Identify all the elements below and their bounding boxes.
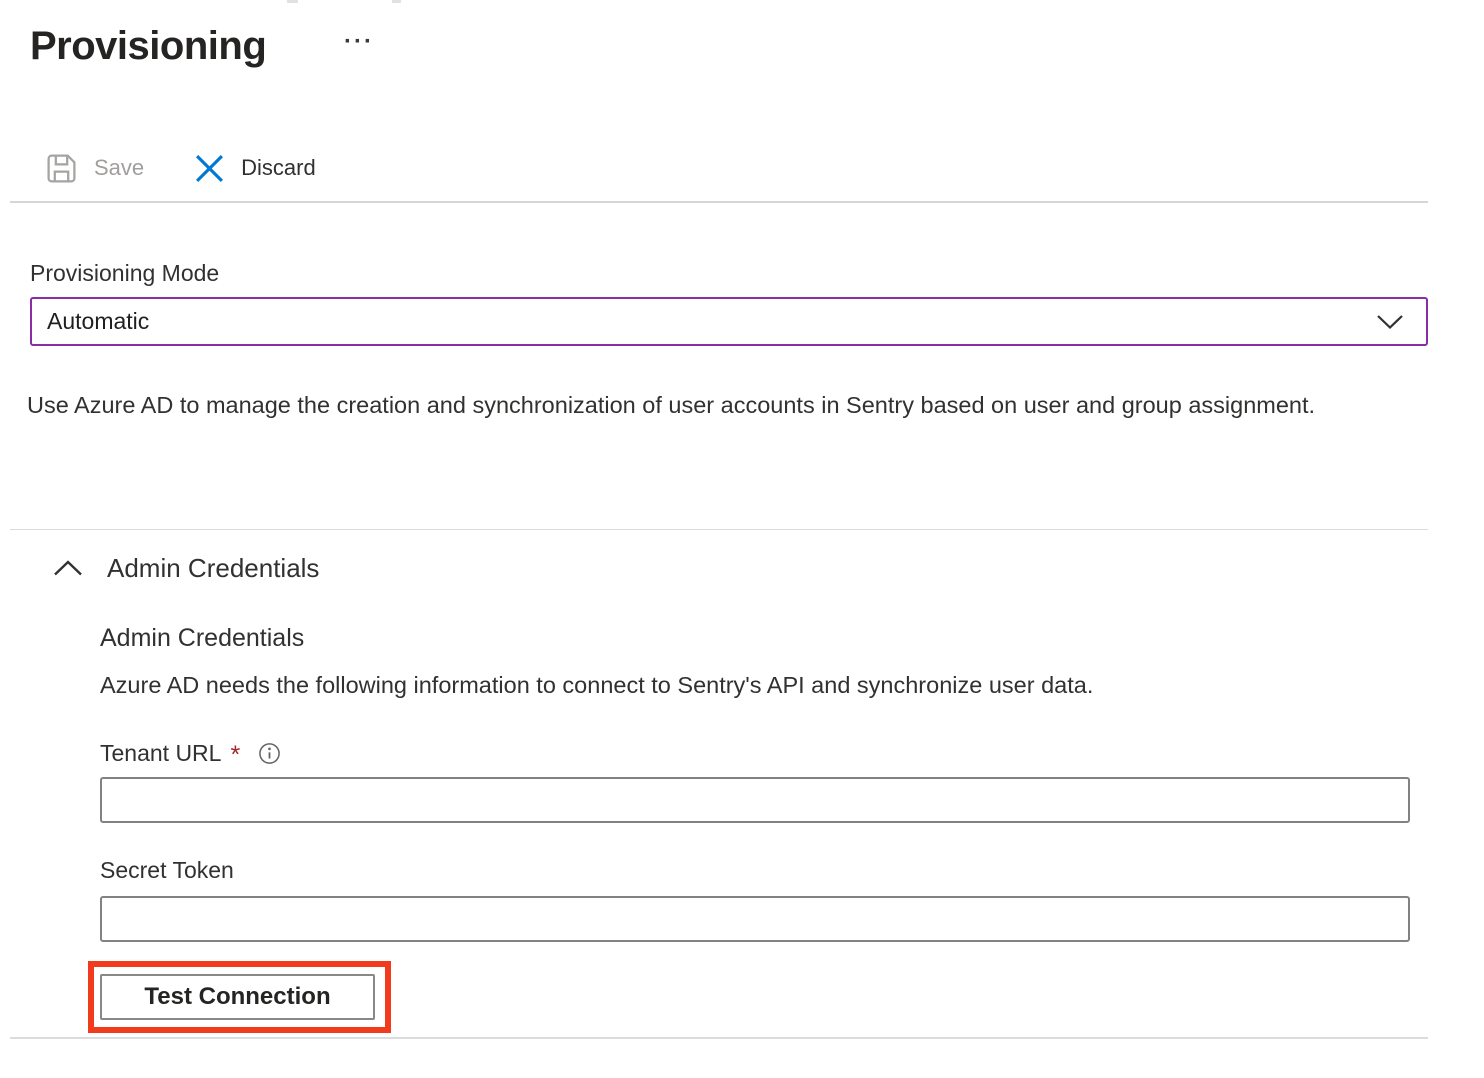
admin-credentials-description: Azure AD needs the following information… bbox=[100, 672, 1093, 699]
secret-token-label: Secret Token bbox=[100, 857, 234, 884]
provisioning-mode-dropdown[interactable]: Automatic bbox=[30, 297, 1428, 346]
more-menu-button[interactable]: ··· bbox=[344, 28, 374, 56]
admin-credentials-section-header[interactable]: Admin Credentials bbox=[53, 549, 319, 587]
clipped-breadcrumb-remnant bbox=[287, 0, 298, 3]
secret-token-input[interactable] bbox=[100, 896, 1410, 942]
bottom-divider bbox=[10, 1037, 1428, 1039]
provisioning-mode-description: Use Azure AD to manage the creation and … bbox=[27, 385, 1327, 426]
chevron-up-icon bbox=[53, 559, 83, 577]
provisioning-page: Provisioning ··· Save Discard Prov bbox=[0, 0, 1484, 1078]
provisioning-mode-label: Provisioning Mode bbox=[30, 260, 219, 287]
info-icon[interactable] bbox=[258, 742, 281, 765]
tenant-url-input[interactable] bbox=[100, 777, 1410, 823]
toolbar-divider bbox=[10, 201, 1428, 203]
tenant-url-label-row: Tenant URL * bbox=[100, 737, 281, 769]
admin-credentials-heading: Admin Credentials bbox=[100, 624, 304, 653]
required-asterisk: * bbox=[230, 741, 240, 770]
discard-button-label: Discard bbox=[241, 155, 316, 181]
discard-x-icon bbox=[194, 153, 225, 184]
page-title: Provisioning bbox=[30, 24, 266, 69]
tenant-url-label: Tenant URL bbox=[100, 740, 221, 767]
ellipsis-icon: ··· bbox=[344, 28, 374, 55]
save-icon bbox=[45, 152, 78, 185]
save-button-label: Save bbox=[94, 155, 144, 181]
clipped-breadcrumb-remnant bbox=[392, 0, 401, 3]
save-button[interactable]: Save bbox=[45, 152, 144, 185]
command-bar: Save Discard bbox=[45, 144, 316, 192]
section-title: Admin Credentials bbox=[107, 553, 319, 584]
provisioning-mode-value: Automatic bbox=[47, 308, 149, 335]
discard-button[interactable]: Discard bbox=[194, 153, 316, 184]
test-connection-button[interactable]: Test Connection bbox=[100, 974, 375, 1020]
chevron-down-icon bbox=[1376, 314, 1404, 330]
section-divider bbox=[10, 529, 1428, 530]
